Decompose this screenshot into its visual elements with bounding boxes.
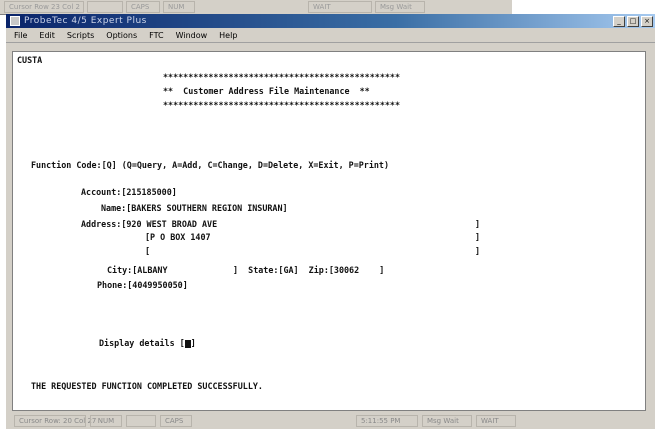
background-status-bar: Cursor Row 23 Col 2 CAPS NUM WAIT Msg Wa… (0, 0, 512, 14)
app-icon[interactable] (10, 16, 20, 26)
window-title: ProbeTec 4/5 Expert Plus (24, 16, 147, 26)
stars-top: ****************************************… (163, 72, 400, 82)
bg-msg-wait-indicator: Msg Wait (375, 1, 425, 13)
function-code-field[interactable]: Function Code:[Q] (Q=Query, A=Add, C=Cha… (31, 160, 389, 170)
background-window: Cursor Row 23 Col 2 CAPS NUM WAIT Msg Wa… (0, 0, 512, 15)
close-button[interactable]: × (641, 15, 653, 27)
wait-indicator: WAIT (476, 415, 516, 427)
display-details-end: ] (190, 338, 196, 348)
menu-help[interactable]: Help (219, 31, 237, 40)
status-empty (126, 415, 156, 427)
clock: 5:11:55 PM (356, 415, 418, 427)
menu-bar: File Edit Scripts Options FTC Window Hel… (6, 28, 655, 43)
maximize-button[interactable]: □ (627, 15, 639, 27)
bg-status-empty (87, 1, 123, 13)
minimize-button[interactable]: _ (613, 15, 625, 27)
name-field[interactable]: Name:[BAKERS SOUTHERN REGION INSURAN] (101, 203, 288, 213)
phone-field[interactable]: Phone:[4049950050] (97, 280, 188, 290)
menu-ftc[interactable]: FTC (149, 31, 163, 40)
address-line-3-end: ] (475, 246, 481, 256)
bg-num-indicator: NUM (163, 1, 195, 13)
menu-window[interactable]: Window (176, 31, 208, 40)
program-id: CUSTA (17, 55, 43, 65)
status-message: THE REQUESTED FUNCTION COMPLETED SUCCESS… (31, 381, 263, 391)
status-bar: Cursor Row: 20 Col 27 NUM CAPS 5:11:55 P… (6, 413, 655, 429)
display-details-label: Display details [ (99, 338, 185, 348)
caps-indicator: CAPS (160, 415, 192, 427)
account-field[interactable]: Account:[215185000] (81, 187, 177, 197)
city-state-zip-field[interactable]: City:[ALBANY ] State:[GA] Zip:[30062 ] (107, 265, 384, 275)
screen-heading: ** Customer Address File Maintenance ** (163, 86, 370, 96)
num-indicator: NUM (90, 415, 122, 427)
address-line-1-end: ] (475, 219, 481, 229)
terminal-emulator-window: ProbeTec 4/5 Expert Plus _ □ × File Edit… (6, 14, 655, 429)
bg-caps-indicator: CAPS (126, 1, 160, 13)
menu-edit[interactable]: Edit (39, 31, 55, 40)
display-details-field[interactable]: Display details [] (99, 338, 196, 348)
address-line-1-field[interactable]: Address:[920 WEST BROAD AVE (81, 219, 217, 229)
bg-cursor-position: Cursor Row 23 Col 2 (4, 1, 84, 13)
address-line-2-end: ] (475, 232, 481, 242)
menu-scripts[interactable]: Scripts (67, 31, 94, 40)
title-bar[interactable]: ProbeTec 4/5 Expert Plus _ □ × (6, 14, 655, 28)
stars-bottom: ****************************************… (163, 100, 400, 110)
msg-wait-indicator: Msg Wait (422, 415, 472, 427)
menu-file[interactable]: File (14, 31, 27, 40)
bg-wait-indicator: WAIT (308, 1, 372, 13)
terminal-screen[interactable]: CUSTA **********************************… (12, 51, 646, 411)
cursor-position: Cursor Row: 20 Col 27 (14, 415, 96, 427)
menu-options[interactable]: Options (106, 31, 137, 40)
address-line-3-field[interactable]: [ (145, 246, 150, 256)
address-line-2-field[interactable]: [P O BOX 1407 (145, 232, 211, 242)
